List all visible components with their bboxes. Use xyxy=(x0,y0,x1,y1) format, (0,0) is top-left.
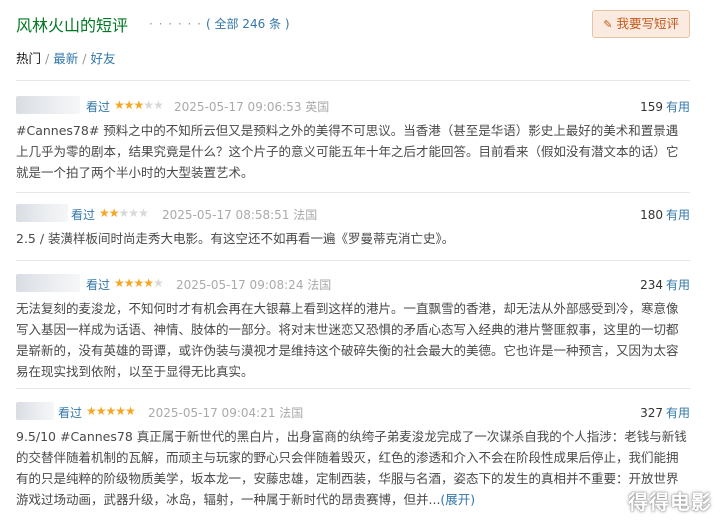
useful-link: 有用 xyxy=(665,278,690,292)
review-meta: 看过 ★★★★★ 2025-05-17 09:06:53 英国 159 有用 xyxy=(16,96,690,116)
rating-stars: ★★★★★ xyxy=(114,276,164,290)
tab-friends[interactable]: 好友 xyxy=(90,51,115,66)
useful-link: 有用 xyxy=(665,100,690,114)
review-meta: 看过 ★★★★★ 2025-05-17 09:04:21 法国 327 有用 xyxy=(16,402,690,422)
star-empty-icon: ★ xyxy=(128,206,139,220)
write-review-label: 我要写短评 xyxy=(616,16,679,31)
seen-status: 看过 xyxy=(86,100,111,114)
review-time: 2025-05-17 08:58:51 法国 xyxy=(162,208,318,222)
review-meta: 看过 ★★★★★ 2025-05-17 08:58:51 法国 180 有用 xyxy=(16,204,690,224)
star-filled-icon: ★ xyxy=(115,404,126,418)
useful-vote[interactable]: 159 有用 xyxy=(640,98,690,115)
star-filled-icon: ★ xyxy=(105,404,117,418)
blurred-username xyxy=(16,274,80,292)
star-empty-icon: ★ xyxy=(138,206,149,220)
seen-status: 看过 xyxy=(58,406,83,420)
seen-status: 看过 xyxy=(86,278,111,292)
useful-link: 有用 xyxy=(665,208,690,222)
review-content: 2.5 / 装潢样板间时尚走秀大电影。有这空还不如再看一遍《罗曼蒂克消亡史》。 xyxy=(16,231,455,246)
tab-hot[interactable]: 热门 xyxy=(16,51,41,66)
write-review-button[interactable]: ✎ 我要写短评 xyxy=(592,10,690,38)
review-item: 看过 ★★★★★ 2025-05-17 09:06:53 英国 159 有用 #C… xyxy=(16,96,690,183)
seen-status: 看过 xyxy=(71,208,96,222)
tab-latest[interactable]: 最新 xyxy=(53,51,78,66)
star-filled-icon: ★ xyxy=(133,276,145,290)
review-item: 看过 ★★★★★ 2025-05-17 09:08:24 法国 234 有用 无法… xyxy=(16,274,690,382)
all-comments-link[interactable]: ( 全部 246 条 ) xyxy=(206,15,290,32)
star-filled-icon: ★ xyxy=(123,98,135,112)
review-content-text: 9.5/10 #Cannes78 真正属于新世代的黑白片，出身富商的纨绔子弟麦浚… xyxy=(16,429,687,507)
star-empty-icon: ★ xyxy=(153,276,164,290)
page-title: 风林火山的短评 xyxy=(16,16,129,35)
useful-vote[interactable]: 327 有用 xyxy=(640,404,690,421)
star-filled-icon: ★ xyxy=(108,206,120,220)
useful-link: 有用 xyxy=(665,406,690,420)
divider xyxy=(16,192,690,193)
review-content: 9.5/10 #Cannes78 真正属于新世代的黑白片，出身富商的纨绔子弟麦浚… xyxy=(16,426,690,510)
review-time: 2025-05-17 09:08:24 法国 xyxy=(176,278,332,292)
star-empty-icon: ★ xyxy=(143,98,154,112)
star-filled-icon: ★ xyxy=(123,276,135,290)
pencil-icon: ✎ xyxy=(603,18,613,31)
useful-count: 327 xyxy=(640,406,663,420)
review-item: 看过 ★★★★★ 2025-05-17 09:04:21 法国 327 有用 9.… xyxy=(16,402,690,510)
star-filled-icon: ★ xyxy=(133,98,145,112)
review-item: 看过 ★★★★★ 2025-05-17 08:58:51 法国 180 有用 2.… xyxy=(16,204,690,249)
star-filled-icon: ★ xyxy=(86,404,97,418)
rating-stars: ★★★★★ xyxy=(86,404,136,418)
useful-vote[interactable]: 180 有用 xyxy=(640,206,690,223)
review-content: 无法复刻的麦浚龙，不知何时才有机会再在大银幕上看到这样的港片。一直飘雪的香港，却… xyxy=(16,301,679,379)
divider xyxy=(16,260,690,261)
star-filled-icon: ★ xyxy=(114,276,125,290)
review-time: 2025-05-17 09:06:53 英国 xyxy=(174,100,330,114)
sort-tabs: 热门 / 最新 / 好友 xyxy=(16,48,115,67)
review-time: 2025-05-17 09:04:21 法国 xyxy=(148,406,304,420)
useful-count: 159 xyxy=(640,100,663,114)
review-meta: 看过 ★★★★★ 2025-05-17 09:08:24 法国 234 有用 xyxy=(16,274,690,294)
star-empty-icon: ★ xyxy=(118,206,130,220)
star-filled-icon: ★ xyxy=(99,206,110,220)
useful-count: 234 xyxy=(640,278,663,292)
rating-stars: ★★★★★ xyxy=(114,98,164,112)
title-dots: · · · · · · xyxy=(149,17,202,31)
watermark: 得得电影 xyxy=(628,490,712,514)
star-filled-icon: ★ xyxy=(125,404,136,418)
review-content: #Cannes78# 预料之中的不知所云但又是预料之外的美得不可思议。当香港（甚… xyxy=(16,123,679,180)
divider xyxy=(16,80,690,81)
useful-vote[interactable]: 234 有用 xyxy=(640,276,690,293)
blurred-username xyxy=(16,96,80,114)
useful-count: 180 xyxy=(640,208,663,222)
tab-separator: / xyxy=(82,51,87,66)
blurred-username xyxy=(16,204,68,222)
comments-header: 风林火山的短评 · · · · · · ( 全部 246 条 ) ✎ 我要写短评 xyxy=(16,10,706,40)
divider xyxy=(16,388,690,389)
rating-stars: ★★★★★ xyxy=(99,206,149,220)
star-empty-icon: ★ xyxy=(153,98,164,112)
star-filled-icon: ★ xyxy=(143,276,154,290)
expand-link[interactable]: (展开) xyxy=(440,492,475,507)
star-filled-icon: ★ xyxy=(95,404,107,418)
star-filled-icon: ★ xyxy=(114,98,125,112)
tab-separator: / xyxy=(45,51,50,66)
blurred-username xyxy=(16,402,54,420)
